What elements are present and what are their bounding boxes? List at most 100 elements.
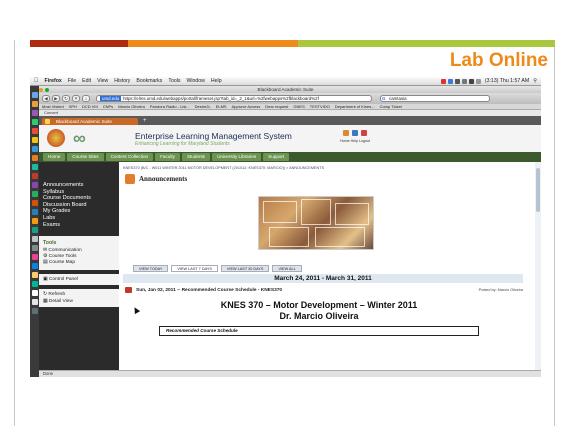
tab-view-today[interactable]: VIEW TODAY	[133, 265, 169, 272]
zoom-window-icon[interactable]	[45, 87, 49, 92]
dock-app-icon[interactable]	[31, 191, 38, 197]
menu-file[interactable]: File	[68, 78, 76, 84]
apple-icon[interactable]: 	[34, 78, 39, 84]
menu-bookmarks[interactable]: Bookmarks	[136, 78, 162, 84]
tab-university-libraries[interactable]: University Libraries	[212, 153, 262, 161]
menu-labs[interactable]: Labs	[43, 215, 119, 222]
dock-app-icon[interactable]	[31, 281, 38, 287]
dock-app-icon[interactable]	[31, 101, 38, 107]
menu-tools[interactable]: Tools	[168, 78, 180, 84]
home-link-icon[interactable]	[343, 130, 349, 136]
help-link-icon[interactable]	[352, 130, 358, 136]
dock-app-icon[interactable]	[31, 263, 38, 269]
detail-view-button[interactable]: ▦ Detail View	[43, 298, 115, 305]
header-icon-group	[343, 130, 367, 136]
dock-app-icon[interactable]	[31, 92, 38, 98]
menu-help[interactable]: Help	[211, 78, 222, 84]
minimize-window-icon[interactable]	[39, 87, 43, 92]
dock-app-icon[interactable]	[31, 209, 38, 215]
tab-students[interactable]: Students	[181, 153, 211, 161]
trash-icon[interactable]	[31, 308, 38, 314]
refresh-button[interactable]: ↻ Refresh	[43, 291, 115, 298]
home-icon[interactable]: ⌂	[82, 95, 90, 102]
dock-app-icon[interactable]	[31, 110, 38, 116]
forward-icon[interactable]: ▶	[52, 95, 60, 102]
back-icon[interactable]: ◀	[42, 95, 50, 102]
dock-app-icon[interactable]	[31, 155, 38, 161]
menu-history[interactable]: History	[114, 78, 130, 84]
tool-course-map[interactable]: ▤ Course Map	[43, 260, 115, 266]
dock-app-icon[interactable]	[31, 290, 38, 296]
menu-view[interactable]: View	[97, 78, 108, 84]
tab-support[interactable]: Support	[263, 153, 290, 161]
dock-app-icon[interactable]	[31, 272, 38, 278]
dock-app-icon[interactable]	[31, 137, 38, 143]
dock-app-icon[interactable]	[31, 245, 38, 251]
bookmark-item[interactable]: Dear request	[265, 104, 288, 109]
menu-extras-icons[interactable]	[440, 78, 481, 84]
menu-exams[interactable]: Exams	[43, 222, 119, 229]
menu-discussion-board[interactable]: Discussion Board	[43, 202, 119, 209]
menu-announcements[interactable]: Announcements	[43, 182, 119, 189]
control-panel-button[interactable]: ▣ Control Panel	[39, 274, 119, 286]
tab-course-sites[interactable]: Course Sites	[67, 153, 104, 161]
dock-app-icon[interactable]	[31, 200, 38, 206]
content-scrollbar[interactable]	[535, 162, 541, 377]
browser-status-bar: Done	[39, 370, 541, 377]
tab-home[interactable]: Home	[43, 153, 66, 161]
reload-icon[interactable]: ↻	[62, 95, 70, 102]
dock-app-icon[interactable]	[31, 254, 38, 260]
bookmark-item[interactable]: Department of Kines...	[335, 104, 375, 109]
bookmark-item[interactable]: Desire2L	[195, 104, 211, 109]
breadcrumb[interactable]: KNES370 (B/C - W011 WINTER 2011 MOTOR DE…	[123, 166, 324, 170]
dock-app-icon[interactable]	[31, 218, 38, 224]
scrollbar-thumb[interactable]	[536, 168, 540, 212]
menu-app-name[interactable]: Firefox	[45, 78, 62, 84]
status-text: Done	[43, 371, 54, 376]
menu-edit[interactable]: Edit	[82, 78, 91, 84]
bookmark-item[interactable]: Comp Ticket	[380, 104, 402, 109]
tab-view-last-30-days[interactable]: VIEW LAST 30 DAYS	[220, 265, 270, 272]
view-filter-tabs: VIEW TODAY VIEW LAST 7 DAYS VIEW LAST 30…	[133, 265, 302, 272]
search-input[interactable]: G camtasia	[380, 95, 490, 102]
menu-my-grades[interactable]: My Grades	[43, 208, 119, 215]
bookmark-item[interactable]: DCD VIII	[82, 104, 98, 109]
instructor-name: Dr. Marcio Oliveira	[279, 311, 359, 321]
dock-app-icon[interactable]	[31, 182, 38, 188]
dock-app-icon[interactable]	[31, 236, 38, 242]
bookmark-item[interactable]: GNES	[293, 104, 304, 109]
stop-icon[interactable]: ✕	[72, 95, 80, 102]
convert-button[interactable]: Convert	[44, 110, 58, 115]
tab-view-last-7-days[interactable]: VIEW LAST 7 DAYS	[171, 265, 218, 272]
dock-app-icon[interactable]	[31, 227, 38, 233]
header-links[interactable]: Home Help Logout	[340, 139, 370, 143]
posted-by: Posted by: Marcio Oliveira	[478, 288, 523, 292]
menu-syllabus[interactable]: Syllabus	[43, 189, 119, 196]
logout-link-icon[interactable]	[361, 130, 367, 136]
bookmark-item[interactable]: Most Visited	[42, 104, 64, 109]
bookmark-item[interactable]: CNPs	[103, 104, 113, 109]
url-bar[interactable]: umd.edu https://elms.umd.edu/webapps/port…	[96, 95, 372, 102]
dock-app-icon[interactable]	[31, 173, 38, 179]
bookmark-item[interactable]: SPH	[69, 104, 77, 109]
menu-window[interactable]: Window	[186, 78, 204, 84]
dock-app-icon[interactable]	[31, 164, 38, 170]
bookmark-item[interactable]: TESTVIDO	[310, 104, 330, 109]
dock-app-icon[interactable]	[31, 128, 38, 134]
spotlight-icon[interactable]: ⚲	[533, 78, 537, 84]
dock-app-icon[interactable]	[31, 119, 38, 125]
tab-content-collection[interactable]: Content Collection	[105, 153, 154, 161]
slide: Lab Online  Firefox File Edit View Hist…	[0, 0, 570, 426]
new-tab-icon[interactable]: +	[140, 118, 150, 125]
announcement-header: Sun, Jan 02, 2011 -- Recommended Course …	[125, 287, 282, 293]
menu-course-documents[interactable]: Course Documents	[43, 195, 119, 202]
dock-app-icon[interactable]	[31, 146, 38, 152]
tab-faculty[interactable]: Faculty	[155, 153, 180, 161]
dock-app-icon[interactable]	[31, 299, 38, 305]
bookmark-item[interactable]: ELMS	[216, 104, 227, 109]
bookmark-item[interactable]: Marcio Oliveira	[118, 104, 145, 109]
browser-tab-blackboard[interactable]: Blackboard Academic Suite	[42, 118, 138, 125]
bookmark-item[interactable]: Approve Access	[232, 104, 261, 109]
tab-view-all[interactable]: VIEW ALL	[272, 265, 302, 272]
bookmark-item[interactable]: Pandora Radio - List...	[150, 104, 190, 109]
